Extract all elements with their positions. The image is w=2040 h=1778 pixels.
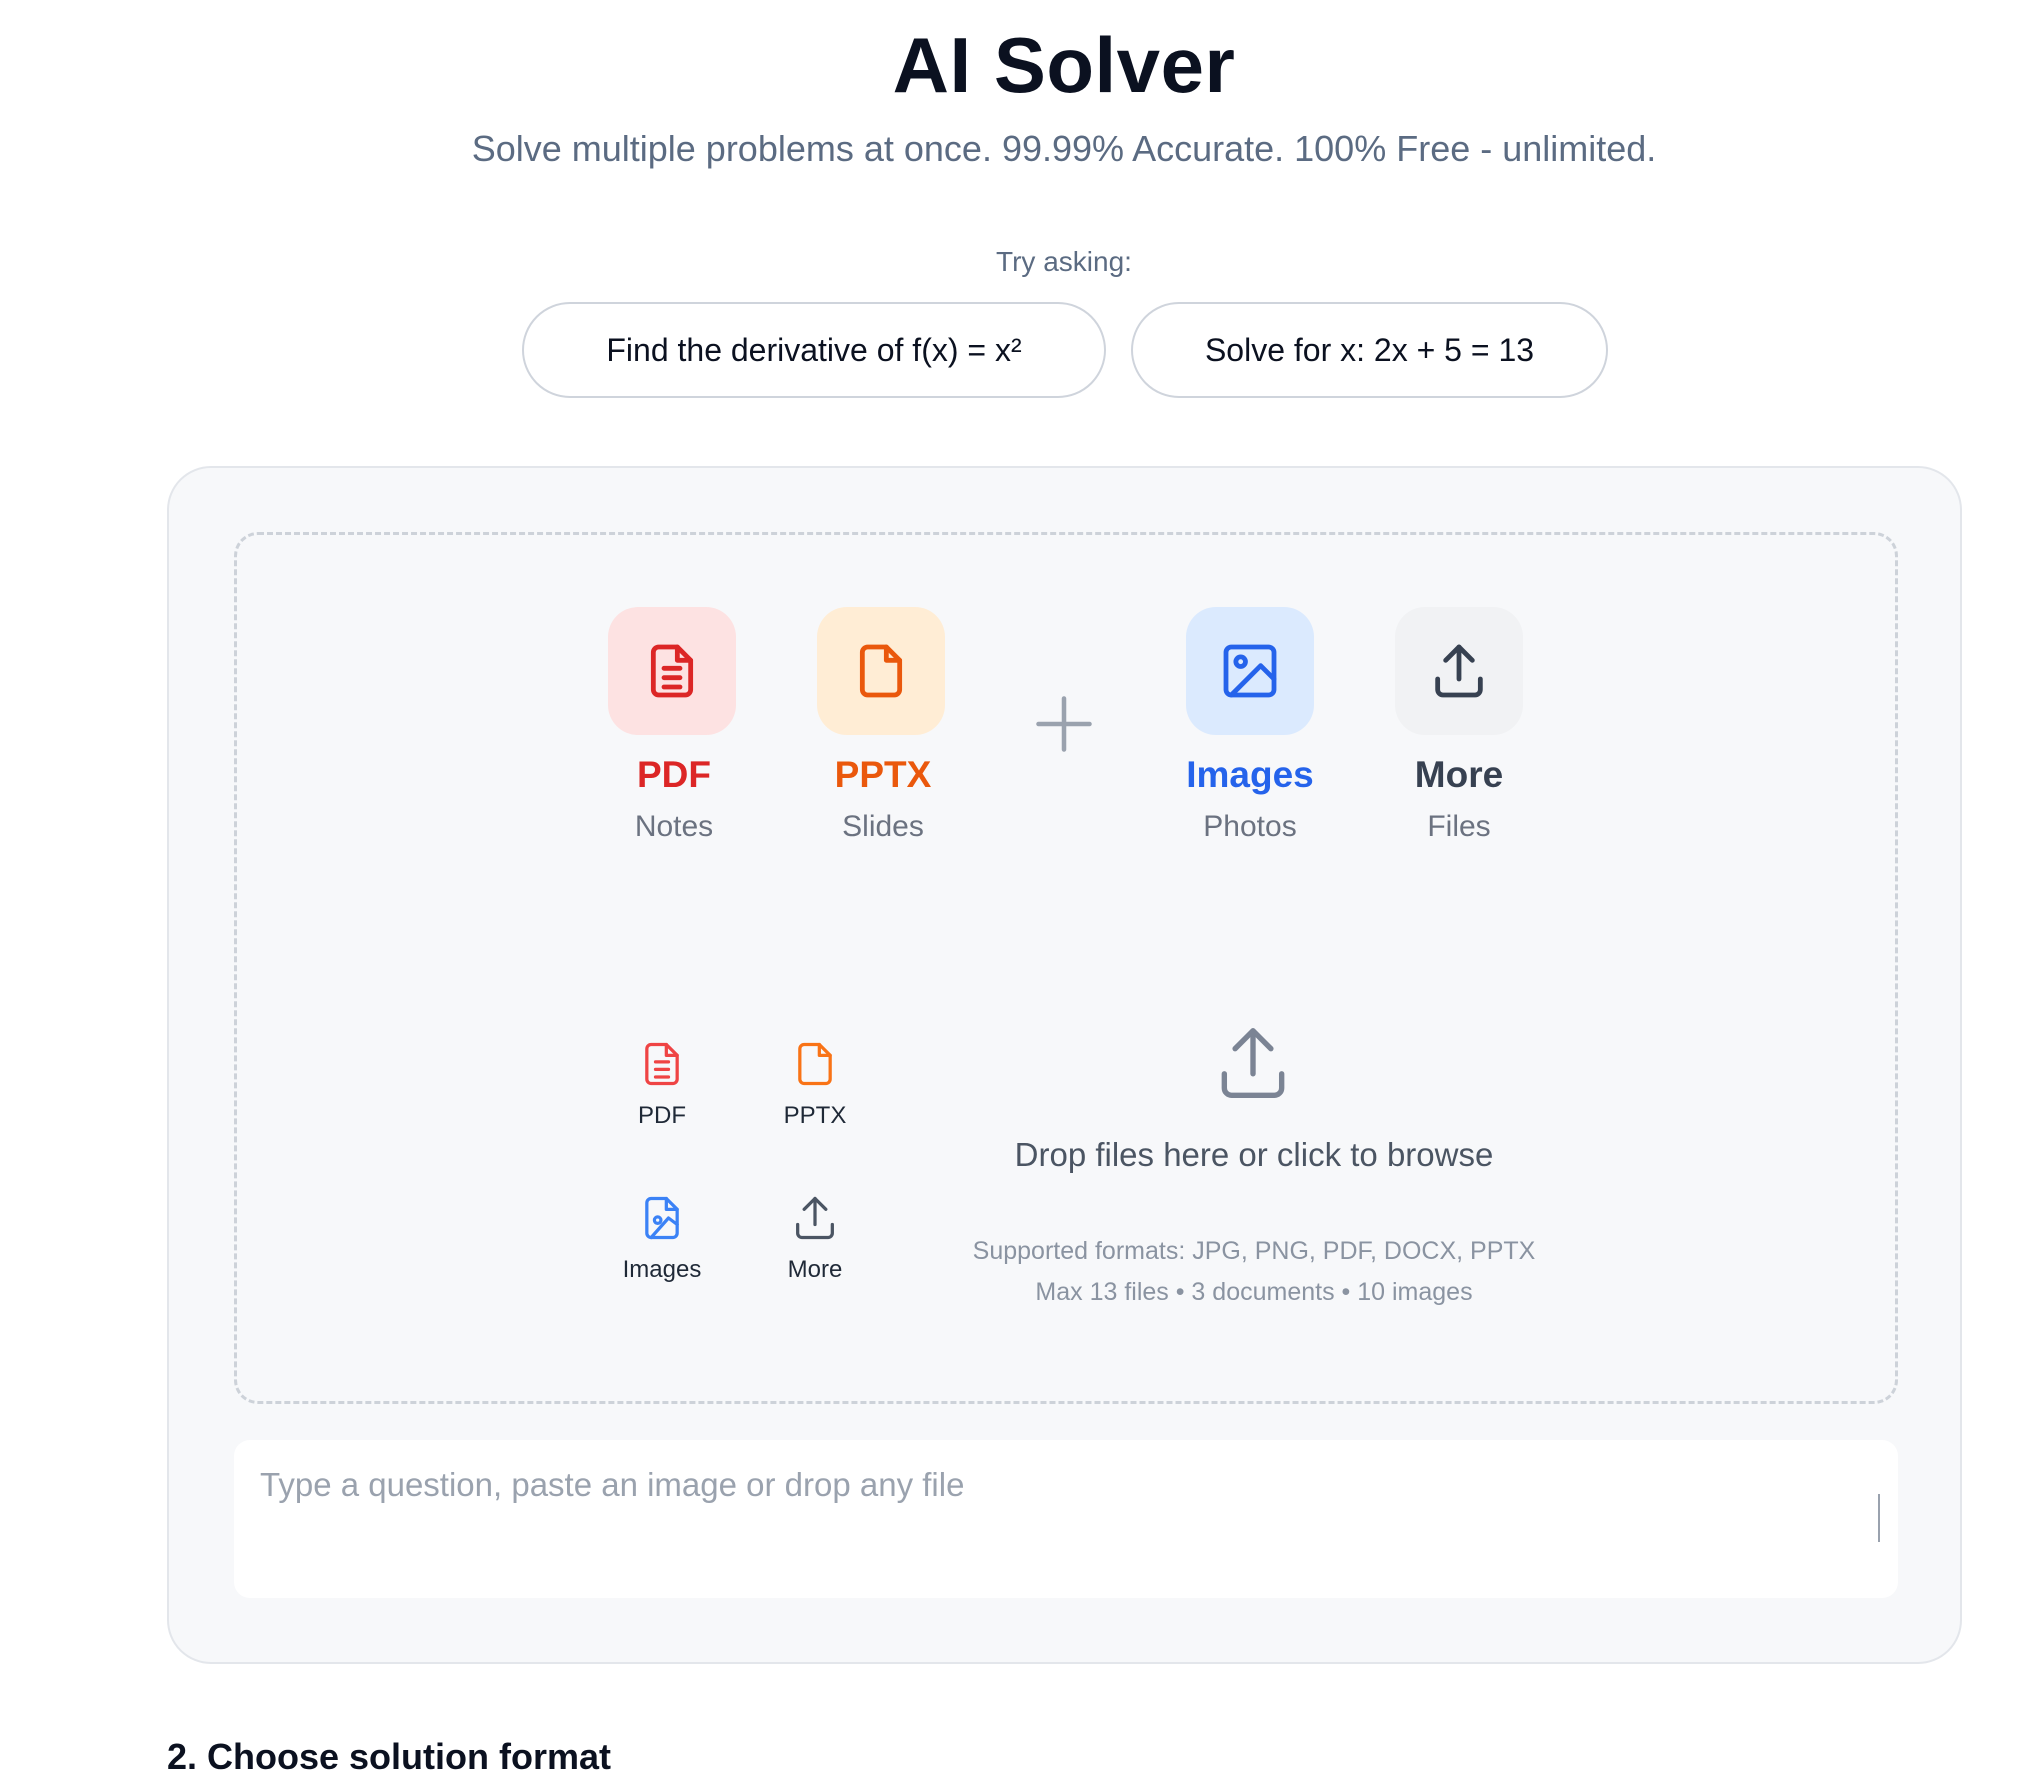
mini-pptx[interactable]: PPTX [740, 1038, 890, 1130]
question-input[interactable] [258, 1464, 1878, 1578]
images-tile-sub: Photos [1203, 810, 1297, 843]
pdf-file-icon [645, 1042, 679, 1086]
supported-formats: Supported formats: JPG, PNG, PDF, DOCX, … [972, 1237, 1536, 1265]
pptx-tile-label: PPTX [834, 754, 932, 795]
page-title: AI Solver [892, 21, 1236, 109]
pptx-upload-tile[interactable] [817, 607, 945, 735]
upload-icon [1435, 644, 1483, 698]
text-cursor [1878, 1494, 1880, 1542]
images-upload-tile[interactable] [1186, 607, 1314, 735]
suggestion-solve-equation[interactable]: Solve for x: 2x + 5 = 13 [1131, 302, 1608, 398]
mini-images[interactable]: Images [587, 1192, 737, 1284]
mini-images-label: Images [622, 1256, 702, 1283]
pptx-file-icon [859, 644, 903, 698]
mini-pdf[interactable]: PDF [587, 1038, 737, 1130]
upload-limits: Max 13 files • 3 documents • 10 images [1035, 1278, 1473, 1306]
image-file-icon [645, 1196, 679, 1240]
upload-icon [796, 1196, 834, 1240]
plus-icon [1036, 696, 1092, 752]
dropzone-instruction: Drop files here or click to browse [1014, 1136, 1494, 1173]
pdf-tile-sub: Notes [634, 810, 714, 843]
pdf-tile-label: PDF [637, 754, 711, 795]
pptx-tile-sub: Slides [842, 810, 924, 843]
more-tile-sub: Files [1427, 810, 1491, 843]
pdf-upload-tile[interactable] [608, 607, 736, 735]
file-dropzone[interactable] [234, 532, 1898, 1404]
more-upload-tile[interactable] [1395, 607, 1523, 735]
page-subtitle: Solve multiple problems at once. 99.99% … [471, 128, 1657, 169]
pptx-file-icon [798, 1042, 832, 1086]
upload-icon [1221, 1028, 1285, 1098]
pdf-file-icon [650, 644, 694, 698]
mini-pdf-label: PDF [638, 1102, 686, 1129]
more-tile-label: More [1414, 754, 1504, 795]
solution-format-heading: 2. Choose solution format [167, 1736, 612, 1777]
image-icon [1223, 644, 1277, 698]
question-input-container[interactable] [234, 1440, 1898, 1598]
suggestions-label: Try asking: [996, 246, 1132, 277]
images-tile-label: Images [1186, 754, 1314, 795]
suggestion-derivative[interactable]: Find the derivative of f(x) = x² [522, 302, 1106, 398]
mini-pptx-label: PPTX [783, 1102, 847, 1129]
